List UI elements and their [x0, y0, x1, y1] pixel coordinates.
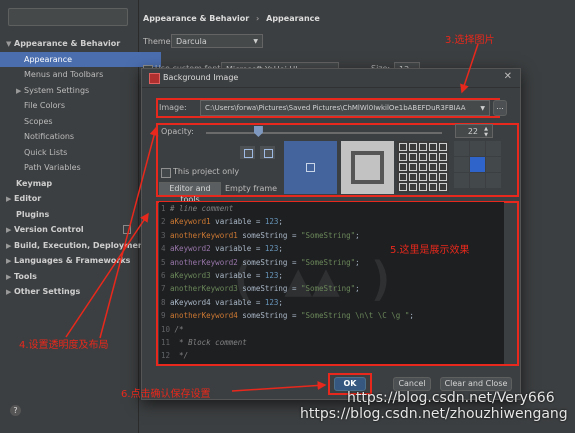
arrow-step4-b [99, 126, 159, 339]
arrow-step4-a [65, 212, 149, 338]
arrow-step6 [231, 380, 327, 392]
annotation-arrows [65, 43, 479, 392]
annotation-step6: 6.点击确认保存设置 [121, 389, 211, 400]
annotation-step4: 4.设置透明度及布局 [19, 340, 109, 351]
arrow-step3 [460, 43, 479, 94]
watermark-1: https://blog.csdn.net/Very666 [347, 390, 555, 406]
annotation-step5: 5.这里是展示效果 [390, 245, 470, 256]
watermark-2: https://blog.csdn.net/zhouzhiwengang [300, 406, 568, 422]
